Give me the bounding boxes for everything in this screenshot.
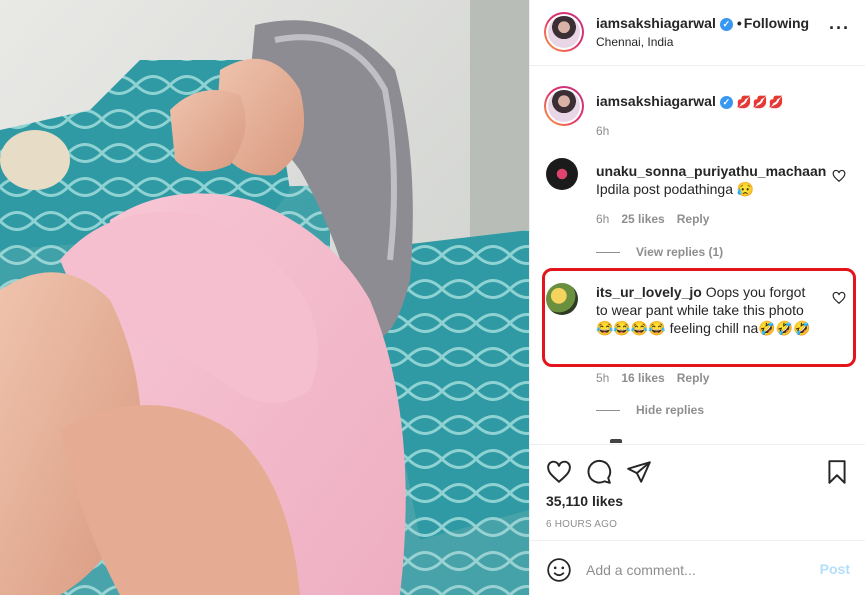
likes-count[interactable]: 35,110 likes [546,493,623,509]
view-replies-button[interactable]: View replies (1) [596,245,723,259]
location-link[interactable]: Chennai, India [596,35,673,49]
separator-dot: • [736,15,742,31]
caption-line: iamsakshiagarwal ✓ 💋💋💋 [596,93,785,109]
post-timestamp[interactable]: 6 HOURS AGO [546,519,617,530]
comment-icon[interactable] [586,459,612,485]
smiley-icon[interactable] [546,557,572,583]
comment-likes[interactable]: 16 likes [621,371,664,385]
comment-text: Ipdila post podathinga 😥 [596,181,755,197]
comment-like-heart-icon[interactable] [832,291,846,305]
comment-time[interactable]: 5h [596,371,609,385]
verified-icon: ✓ [719,96,733,109]
verified-icon: ✓ [719,18,733,31]
post-image [0,0,529,595]
replies-label: View replies (1) [636,245,724,259]
caption-avatar[interactable] [544,86,584,126]
commenter-avatar[interactable] [546,283,578,315]
comment-like-heart-icon[interactable] [832,169,846,183]
post-header: iamsakshiagarwal ✓ • Following Chennai, Ind… [530,0,865,66]
post-photo[interactable] [0,0,529,595]
comment-time[interactable]: 6h [596,212,609,226]
comment-username[interactable]: its_ur_lovely_jo [596,284,702,300]
heart-icon[interactable] [546,459,572,485]
caption-text: 💋💋💋 [736,95,785,109]
more-options-icon[interactable]: ··· [829,19,850,37]
comment-meta: 6h 25 likes Reply [596,212,721,226]
comment: its_ur_lovely_jo Oops you forgot to wear… [596,283,818,337]
comment-username[interactable]: unaku_sonna_puriyathu_machaan [596,163,826,179]
share-icon[interactable] [626,459,652,485]
avatar[interactable] [544,12,584,52]
caption-timestamp[interactable]: 6h [596,124,609,138]
loading-indicator [610,439,622,443]
following-button[interactable]: Following [744,15,809,31]
author-line: iamsakshiagarwal ✓ • Following [596,15,809,31]
reply-button[interactable]: Reply [677,212,710,226]
post-sidebar: iamsakshiagarwal ✓ • Following Chennai, Ind… [529,0,865,595]
reply-button[interactable]: Reply [677,371,710,385]
comment-composer: Post [530,540,865,595]
comments-list[interactable]: iamsakshiagarwal ✓ 💋💋💋 6h unaku_sonna_puri… [530,66,865,444]
bookmark-icon[interactable] [824,459,850,485]
hide-replies-button[interactable]: Hide replies [596,403,704,417]
action-bar: 35,110 likes 6 HOURS AGO [530,444,865,540]
replies-label: Hide replies [636,403,705,417]
comment-meta: 5h 16 likes Reply [596,371,721,385]
commenter-avatar[interactable] [546,158,578,190]
caption-username[interactable]: iamsakshiagarwal [596,93,716,109]
comment-likes[interactable]: 25 likes [621,212,664,226]
comment: unaku_sonna_puriyathu_machaan Ipdila pos… [596,162,826,198]
comment-input[interactable] [586,559,806,581]
author-username[interactable]: iamsakshiagarwal [596,15,716,31]
post-button[interactable]: Post [820,561,850,577]
